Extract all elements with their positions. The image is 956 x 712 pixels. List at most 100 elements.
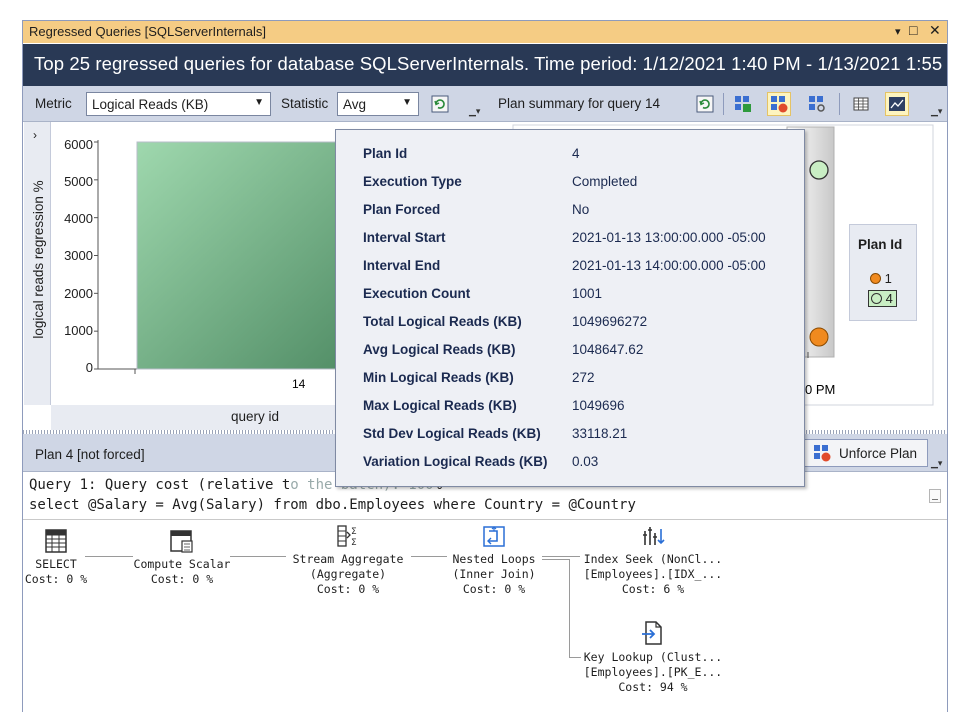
left-toolbar: Metric Logical Reads (KB) ▼ Statistic Av…	[23, 86, 487, 122]
legend-swatch	[871, 293, 882, 304]
legend-label: 4	[885, 291, 893, 306]
tooltip-key: Min Logical Reads (KB)	[363, 370, 514, 385]
unforce-plan-label: Unforce Plan	[839, 446, 918, 461]
toolbar-overflow-icon[interactable]: ▁▾	[469, 106, 480, 117]
stream-aggregate-icon: Σ Σ	[337, 525, 357, 548]
tooltip-key: Avg Logical Reads (KB)	[363, 342, 516, 357]
window-title: Regressed Queries [SQLServerInternals]	[29, 24, 266, 39]
plan-op-cost: Cost: 94 %	[618, 680, 688, 694]
compare-plans-icon	[809, 96, 825, 112]
tooltip-value: Completed	[572, 174, 638, 189]
plan-op-select[interactable]: SELECT Cost: 0 %	[24, 528, 88, 587]
toolbar-separator	[723, 93, 724, 115]
force-plan-icon	[735, 96, 751, 112]
compare-plans-button[interactable]	[805, 92, 829, 116]
plan-op-name: Index Seek (NonCl...	[583, 552, 723, 566]
tooltip-value: 1049696272	[572, 314, 648, 329]
tooltip-value: 33118.21	[572, 426, 628, 441]
plan-op-name: SELECT	[35, 557, 77, 571]
unforce-plan-toolbar-button[interactable]	[767, 92, 791, 116]
unforce-plan-button[interactable]: Unforce Plan	[804, 439, 928, 467]
collapse-button[interactable]	[929, 489, 941, 503]
plan-4-point[interactable]	[809, 160, 829, 180]
plan-op-index-seek[interactable]: Index Seek (NonCl... [Employees].[IDX_..…	[578, 523, 728, 597]
execution-plan-diagram: SELECT Cost: 0 % Compute Scalar Cost: 0 …	[0, 520, 956, 712]
tooltip-value: 1048647.62	[572, 342, 644, 357]
plan-1-point[interactable]	[809, 327, 829, 347]
plan-edge	[230, 556, 286, 557]
tooltip-value: 1001	[572, 286, 603, 301]
grid-view-button[interactable]	[849, 92, 873, 116]
plan-op-sub: (Aggregate)	[309, 567, 387, 581]
window-dropdown-icon[interactable]: ▾	[895, 25, 901, 38]
plan-edge	[569, 559, 570, 657]
toolbar-overflow-icon[interactable]: ▁▾	[931, 106, 942, 117]
plan-op-sub: [Employees].[PK_E...	[583, 665, 723, 679]
tooltip-key: Std Dev Logical Reads (KB)	[363, 426, 541, 441]
plan-summary-title: Plan summary for query 14	[498, 96, 661, 111]
window-title-bar[interactable]: Regressed Queries [SQLServerInternals] ▾…	[22, 20, 948, 43]
metric-select[interactable]: Logical Reads (KB) ▼	[86, 92, 271, 116]
tooltip-key: Variation Logical Reads (KB)	[363, 454, 548, 469]
maximize-icon[interactable]: □	[909, 22, 917, 38]
plan-details-tooltip: Plan Id 4 Execution Type Completed Plan Forc…	[335, 129, 805, 487]
key-lookup-icon	[642, 621, 662, 645]
close-icon[interactable]: ✕	[929, 22, 941, 39]
grid-icon	[853, 97, 869, 111]
index-seek-icon	[643, 527, 665, 545]
plan-op-cost: Cost: 0 %	[316, 582, 380, 596]
unforce-plan-icon	[771, 96, 788, 113]
right-toolbar: Plan summary for query 14 ▁▾	[487, 86, 947, 122]
compute-scalar-icon	[170, 530, 193, 553]
toolbar-overflow-icon[interactable]: ▁▾	[931, 458, 942, 469]
plan-op-cost: Cost: 0 %	[24, 572, 88, 586]
legend-swatch	[870, 273, 881, 284]
x-axis-label: query id	[231, 409, 280, 424]
tooltip-key: Plan Forced	[363, 202, 441, 217]
refresh-icon	[431, 95, 449, 113]
query-text-line-2: select @Salary = Avg(Salary) from dbo.Em…	[29, 497, 636, 513]
plan-op-nested-loops[interactable]: Nested Loops (Inner Join) Cost: 0 %	[444, 523, 544, 597]
refresh-button[interactable]	[693, 92, 717, 116]
plan-op-stream-aggregate[interactable]: Σ Σ Stream Aggregate (Aggregate) Cost: 0…	[282, 523, 414, 597]
chevron-down-icon: ▼	[402, 97, 412, 108]
plan-title: Plan 4 [not forced]	[35, 447, 145, 462]
tooltip-value: 1049696	[572, 398, 625, 413]
plan-edge	[411, 556, 447, 557]
plan-op-compute-scalar[interactable]: Compute Scalar Cost: 0 %	[133, 528, 231, 587]
tooltip-key: Plan Id	[363, 146, 408, 161]
tooltip-key: Interval Start	[363, 230, 446, 245]
legend-item-plan-1[interactable]: 1	[870, 271, 892, 286]
tooltip-key: Execution Count	[363, 286, 471, 301]
refresh-button[interactable]	[428, 92, 452, 116]
force-plan-button[interactable]	[731, 92, 755, 116]
legend-item-plan-4[interactable]: 4	[868, 290, 897, 307]
plan-edge	[85, 556, 133, 557]
chevron-down-icon: ▼	[254, 97, 264, 108]
tooltip-value: 0.03	[572, 454, 599, 469]
tooltip-key: Max Logical Reads (KB)	[363, 398, 517, 413]
plan-op-name: Stream Aggregate	[292, 552, 404, 566]
x-tick-label: 14	[292, 377, 306, 391]
tooltip-key: Interval End	[363, 258, 441, 273]
tooltip-value: 4	[572, 146, 580, 161]
plan-op-sub: [Employees].[IDX_...	[583, 567, 723, 581]
statistic-select[interactable]: Avg ▼	[337, 92, 419, 116]
chart-view-button[interactable]	[885, 92, 909, 116]
plan-op-sub: (Inner Join)	[452, 567, 536, 581]
toolbar-separator	[839, 93, 840, 115]
legend-title: Plan Id	[858, 237, 903, 252]
metric-value: Logical Reads (KB)	[92, 97, 209, 112]
report-header-text: Top 25 regressed queries for database SQ…	[34, 53, 956, 74]
plan-op-key-lookup[interactable]: Key Lookup (Clust... [Employees].[PK_E..…	[578, 619, 728, 695]
metric-label: Metric	[35, 96, 72, 111]
y-tick-marks	[94, 141, 98, 370]
tooltip-key: Total Logical Reads (KB)	[363, 314, 522, 329]
plan-edge	[542, 556, 580, 557]
plan-op-cost: Cost: 6 %	[621, 582, 685, 596]
statistic-value: Avg	[343, 97, 367, 112]
plan-op-name: Key Lookup (Clust...	[583, 650, 723, 664]
collapse-icon	[932, 499, 938, 500]
tooltip-value: 272	[572, 370, 595, 385]
svg-text:Σ: Σ	[351, 538, 357, 548]
